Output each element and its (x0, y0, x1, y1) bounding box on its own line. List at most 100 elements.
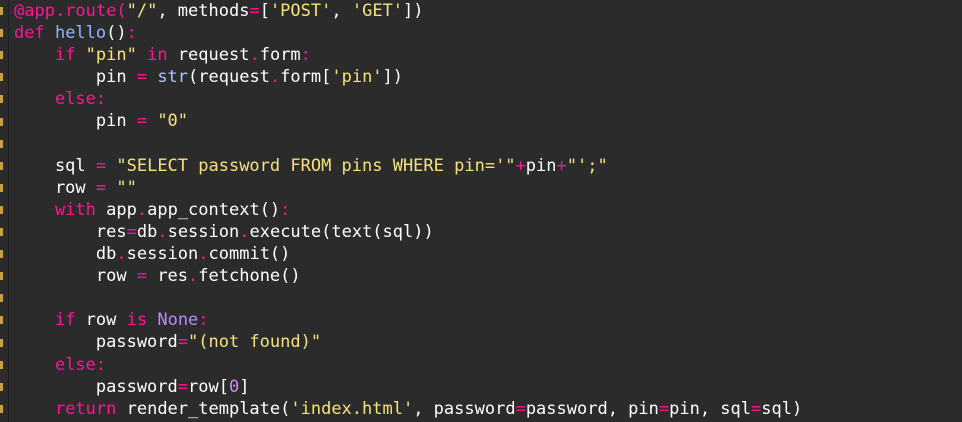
code-token: : (280, 199, 291, 220)
gutter-marker (0, 294, 3, 303)
code-token: = (126, 221, 137, 242)
code-token: pin (14, 67, 137, 88)
code-token: is (126, 310, 148, 331)
code-token: return (54, 398, 117, 419)
code-token: , methods (157, 1, 250, 21)
code-token: request (177, 45, 250, 66)
code-token: pin (525, 155, 557, 176)
gutter-marker (0, 51, 3, 60)
code-line: pin = str(request.form['pin']) (14, 66, 802, 88)
code-line: with app.app_context(): (14, 199, 802, 221)
code-token: "';" (566, 155, 608, 176)
gutter-marker (0, 205, 3, 214)
gutter-marker (0, 360, 3, 369)
code-token: if (54, 45, 86, 66)
code-token: session (126, 244, 199, 265)
code-token: . (157, 221, 168, 242)
code-token: str (147, 67, 189, 88)
code-token: = (95, 155, 107, 176)
code-token: 'GET' (351, 1, 404, 21)
gutter-marker (0, 139, 3, 148)
code-token: + (556, 155, 567, 176)
code-token: pin (14, 111, 137, 132)
code-token: : (300, 45, 311, 66)
code-token: commit() (208, 244, 291, 265)
code-token: . (136, 199, 148, 220)
gutter-marker (0, 272, 3, 281)
gutter-marker (0, 382, 3, 391)
gutter-marker (0, 161, 3, 170)
code-token: 'index.html' (290, 398, 414, 419)
gutter-marker (0, 95, 3, 104)
code-token: . (249, 45, 260, 66)
code-token: ]) (403, 1, 424, 21)
code-token: sql) (761, 398, 803, 419)
code-token: password (14, 376, 178, 397)
code-line: return render_template('index.html', pas… (14, 398, 802, 420)
code-line: else: (14, 88, 802, 110)
code-token: = (658, 398, 670, 419)
code-line: password=row[0] (14, 376, 802, 398)
code-token: : (198, 310, 209, 331)
code-token: , password (413, 398, 516, 419)
code-token: def (14, 23, 55, 44)
code-token: else (54, 354, 96, 375)
code-token: session (167, 221, 240, 242)
code-token: (request (188, 67, 270, 88)
gutter-marker (0, 404, 3, 413)
code-token: . (188, 266, 199, 287)
gutter-marker (0, 250, 3, 259)
gutter-marker (0, 338, 3, 347)
code-token: sql (14, 155, 96, 176)
code-token: "SELECT password FROM pins WHERE pin='" (106, 155, 516, 176)
gutter-marker (0, 29, 3, 38)
code-token: db (14, 244, 117, 265)
gutter-marker (0, 316, 3, 325)
code-token: in (136, 45, 178, 66)
code-token: res (14, 221, 127, 242)
code-token: () (106, 23, 127, 44)
code-token: . (239, 221, 250, 242)
line-gutter (0, 0, 9, 422)
code-line: def hello(): (14, 22, 802, 44)
code-token: ] (239, 376, 250, 397)
code-line: db.session.commit() (14, 243, 802, 265)
code-token: fetchone() (198, 266, 301, 287)
code-token: execute(text(sql)) (249, 221, 434, 242)
code-token: pin, sql (669, 398, 752, 419)
code-token: hello (54, 23, 107, 44)
code-token: None (147, 310, 199, 331)
code-token: "(not found)" (188, 332, 322, 353)
code-token: = (249, 1, 260, 21)
code-area[interactable]: @app.route("/", methods=['POST', 'GET'])… (14, 0, 802, 420)
code-token: "0" (147, 111, 189, 132)
code-token: = (95, 177, 107, 198)
code-line: password="(not found)" (14, 331, 802, 353)
code-line: pin = "0" (14, 110, 802, 132)
gutter-marker (0, 7, 3, 15)
code-token: row[ (188, 376, 229, 397)
code-token: : (126, 23, 137, 44)
code-token: row (14, 177, 96, 198)
code-token: = (136, 67, 148, 88)
code-token: = (177, 376, 189, 397)
code-line: row = res.fetchone() (14, 265, 802, 287)
code-token: = (136, 111, 148, 132)
code-editor[interactable]: @app.route("/", methods=['POST', 'GET'])… (0, 0, 962, 422)
code-token: 'POST' (269, 1, 332, 21)
code-token: = (515, 398, 526, 419)
code-line: if row is None: (14, 309, 802, 331)
code-token: : (95, 354, 107, 375)
code-token: 0 (228, 376, 240, 397)
code-token: : (95, 89, 107, 110)
gutter-marker (0, 117, 3, 126)
code-token: password (14, 332, 178, 353)
code-token: with (54, 199, 96, 220)
